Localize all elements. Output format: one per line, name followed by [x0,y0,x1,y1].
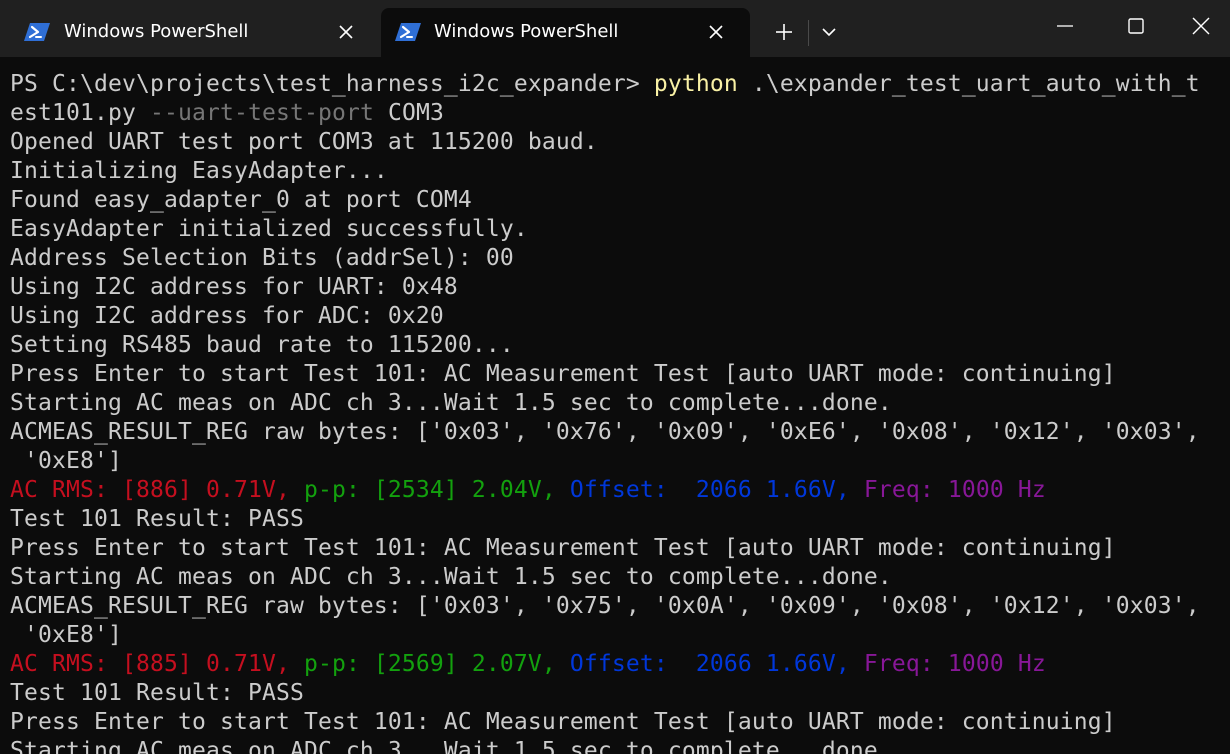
prompt-line: PS C:\dev\projects\test_harness_i2c_expa… [10,70,1230,99]
output-line: Press Enter to start Test 101: AC Measur… [10,361,1116,387]
prompt: PS C:\dev\projects\test_harness_i2c_expa… [10,71,654,97]
ac-freq: Freq: 1000 Hz [849,477,1046,503]
command-args-wrap: est101.py [10,100,150,126]
command-parameter-value: COM3 [373,100,444,126]
close-icon[interactable] [336,22,356,42]
ac-pp: p-p: [2569] 2.07V, [289,651,556,677]
powershell-icon [395,23,421,41]
new-tab-button[interactable] [762,8,806,56]
output-line: Address Selection Bits (addrSel): 00 [10,245,514,271]
ac-pp: p-p: [2534] 2.04V, [289,477,556,503]
measurement-line: AC RMS: [885] 0.71V, p-p: [2569] 2.07V, … [10,650,1230,679]
tab-windows-powershell-1[interactable]: Windows PowerShell [0,8,378,57]
output-line: Starting AC meas on ADC ch 3...Wait 1.5 … [10,390,892,416]
output-line: ACMEAS_RESULT_REG raw bytes: ['0x03', '0… [10,593,1200,619]
result-line: Test 101 Result: PASS [10,506,304,532]
close-icon[interactable] [706,22,726,42]
terminal-window: Windows PowerShell Windows PowerShell PS… [0,0,1230,754]
ac-rms: AC RMS: [885] 0.71V, [10,651,290,677]
tab-label: Windows PowerShell [434,21,619,42]
result-line: Test 101 Result: PASS [10,680,304,706]
output-line: ACMEAS_RESULT_REG raw bytes: ['0x03', '0… [10,419,1200,445]
plus-icon [776,24,792,40]
close-icon [1192,17,1210,35]
measurement-line: AC RMS: [886] 0.71V, p-p: [2534] 2.04V, … [10,476,1230,505]
tab-dropdown-button[interactable] [810,8,848,56]
tab-divider [808,20,809,46]
close-window-button[interactable] [1172,0,1230,52]
output-line: Press Enter to start Test 101: AC Measur… [10,709,1116,735]
output-line: Found easy_adapter_0 at port COM4 [10,187,472,213]
output-line: Using I2C address for ADC: 0x20 [10,303,444,329]
chevron-down-icon [822,28,836,37]
maximize-button[interactable] [1101,0,1171,52]
output-line: Starting AC meas on ADC ch 3...Wait 1.5 … [10,564,892,590]
output-line: EasyAdapter initialized successfully. [10,216,528,242]
prompt-line-wrap: est101.py --uart-test-port COM3 [10,99,1230,128]
ac-rms: AC RMS: [886] 0.71V, [10,477,290,503]
output-line: '0xE8'] [10,622,122,648]
command-parameter: --uart-test-port [149,100,374,126]
powershell-icon [24,23,50,41]
command-args: .\expander_test_uart_auto_with_t [737,71,1200,97]
tab-label: Windows PowerShell [64,21,249,42]
command: python [653,71,738,97]
title-bar[interactable]: Windows PowerShell Windows PowerShell [0,0,1230,57]
ac-freq: Freq: 1000 Hz [849,651,1046,677]
output-line: Setting RS485 baud rate to 115200... [10,332,514,358]
output-line: Initializing EasyAdapter... [10,158,388,184]
output-line: Starting AC meas on ADC ch 3...Wait 1.5 … [10,738,892,754]
tab-windows-powershell-2[interactable]: Windows PowerShell [381,8,750,57]
ac-offset: Offset: 2066 1.66V, [555,651,850,677]
output-line: Using I2C address for UART: 0x48 [10,274,458,300]
output-line: '0xE8'] [10,448,122,474]
output-line: Opened UART test port COM3 at 115200 bau… [10,129,598,155]
maximize-icon [1128,18,1144,34]
minimize-icon [1057,25,1073,27]
ac-offset: Offset: 2066 1.66V, [555,477,850,503]
terminal-output[interactable]: PS C:\dev\projects\test_harness_i2c_expa… [0,57,1230,754]
output-line: Press Enter to start Test 101: AC Measur… [10,535,1116,561]
minimize-button[interactable] [1030,0,1100,52]
